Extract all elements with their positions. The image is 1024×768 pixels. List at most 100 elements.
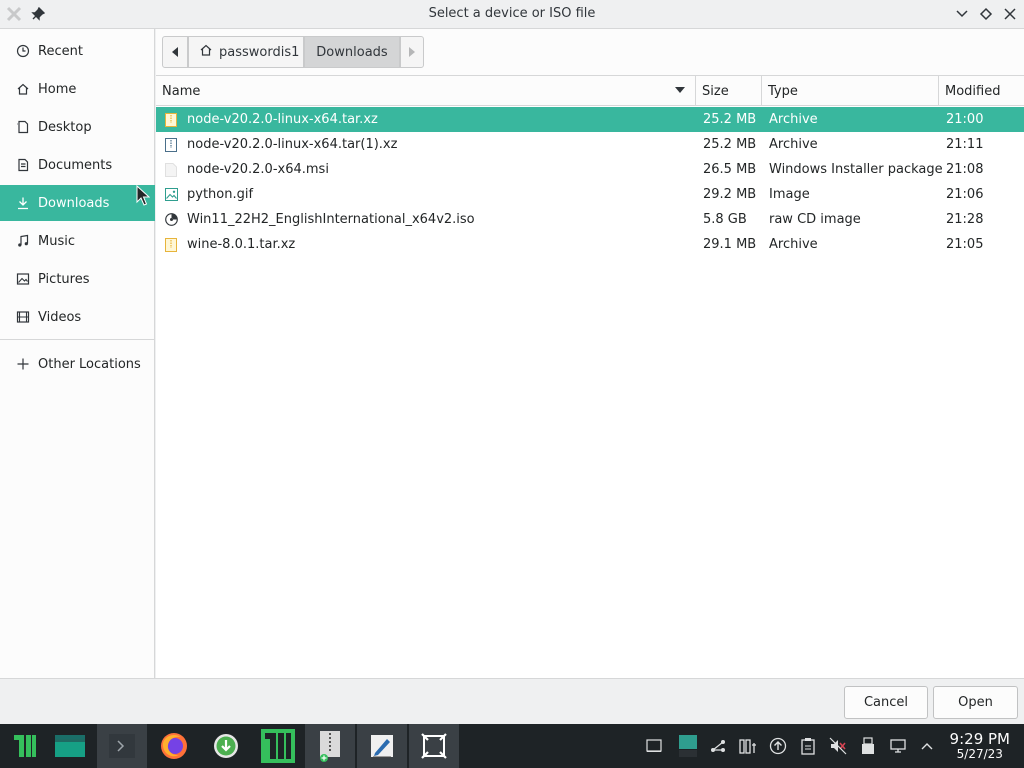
download-icon (15, 195, 31, 211)
file-name: python.gif (187, 187, 254, 202)
close-button[interactable] (1000, 4, 1020, 24)
archive-manager-task[interactable] (305, 724, 355, 768)
cancel-button[interactable]: Cancel (844, 686, 928, 719)
path-back-button[interactable] (162, 36, 188, 68)
file-modified: 21:28 (946, 212, 984, 227)
clock-icon (15, 43, 31, 59)
sidebar-item-downloads[interactable]: Downloads (0, 185, 155, 221)
network-share-icon[interactable] (707, 735, 729, 757)
archive-icon (164, 232, 178, 257)
path-home-label: passwordis1 (219, 44, 300, 60)
file-size: 25.2 MB (703, 137, 757, 152)
file-name: node-v20.2.0-linux-x64.tar(1).xz (187, 137, 398, 152)
workspace-pager-icon[interactable] (677, 735, 699, 757)
terminal-task[interactable] (97, 724, 147, 768)
sidebar-item-label: Recent (38, 43, 83, 59)
sidebar-item-label: Videos (38, 309, 82, 325)
sidebar-item-music[interactable]: Music (0, 223, 155, 259)
app-menu-button[interactable] (0, 724, 50, 768)
file-name: node-v20.2.0-linux-x64.tar.xz (187, 112, 378, 127)
file-row[interactable]: node-v20.2.0-x64.msi 26.5 MB Windows Ins… (156, 157, 1024, 182)
file-modified: 21:11 (946, 137, 984, 152)
file-icon (164, 157, 178, 182)
sidebar-item-label: Music (38, 233, 75, 249)
path-bar: passwordis1 Downloads (156, 29, 1024, 75)
home-icon (15, 81, 31, 97)
text-editor-task[interactable] (357, 724, 407, 768)
file-modified: 21:06 (946, 187, 984, 202)
open-button[interactable]: Open (933, 686, 1018, 719)
file-row[interactable]: node-v20.2.0-linux-x64.tar(1).xz 25.2 MB… (156, 132, 1024, 157)
image-icon (164, 182, 178, 207)
download-manager-task[interactable] (201, 724, 251, 768)
usb-device-icon[interactable] (857, 735, 879, 757)
places-sidebar: Recent Home Desktop Documents Downloads … (0, 29, 155, 678)
path-current-button[interactable]: Downloads (304, 36, 400, 68)
column-name[interactable]: Name (156, 76, 696, 106)
imagewriter-task[interactable] (409, 724, 459, 768)
file-modified: 21:08 (946, 162, 984, 177)
column-size[interactable]: Size (696, 76, 762, 106)
home-icon (199, 43, 213, 61)
printer-manager-icon[interactable] (737, 735, 759, 757)
minimize-button[interactable] (952, 4, 972, 24)
pictures-icon (15, 271, 31, 287)
archive-icon (164, 132, 178, 157)
manjaro-settings-task[interactable] (253, 724, 303, 768)
file-row[interactable]: Win11_22H2_EnglishInternational_x64v2.is… (156, 207, 1024, 232)
clock[interactable]: 9:29 PM 5/27/23 (950, 731, 1010, 761)
volume-muted-icon[interactable] (827, 735, 849, 757)
maximize-button[interactable] (976, 4, 996, 24)
column-type[interactable]: Type (762, 76, 939, 106)
sidebar-item-label: Pictures (38, 271, 90, 287)
file-modified: 21:00 (946, 112, 984, 127)
sidebar-item-other-locations[interactable]: Other Locations (0, 346, 155, 382)
file-type: raw CD image (769, 212, 861, 227)
documents-icon (15, 157, 31, 173)
column-modified[interactable]: Modified (939, 76, 1024, 106)
file-row[interactable]: node-v20.2.0-linux-x64.tar.xz 25.2 MB Ar… (156, 107, 1024, 132)
file-type: Image (769, 187, 810, 202)
file-name: Win11_22H2_EnglishInternational_x64v2.is… (187, 212, 475, 227)
file-type: Archive (769, 137, 818, 152)
path-forward-button[interactable] (400, 36, 424, 68)
show-desktop-icon[interactable] (643, 735, 665, 757)
updates-icon[interactable] (767, 735, 789, 757)
sidebar-item-recent[interactable]: Recent (0, 33, 155, 69)
column-header: Name Size Type Modified (156, 76, 1024, 106)
firefox-task[interactable] (149, 724, 199, 768)
tray-expand-chevron-icon[interactable] (916, 735, 938, 757)
title-bar: Select a device or ISO file (0, 0, 1024, 29)
file-type: Windows Installer package (769, 162, 943, 177)
file-manager-task[interactable] (45, 724, 95, 768)
network-wired-icon[interactable] (887, 735, 909, 757)
sidebar-item-label: Desktop (38, 119, 92, 135)
window-title: Select a device or ISO file (428, 6, 596, 21)
file-row[interactable]: python.gif 29.2 MB Image 21:06 (156, 182, 1024, 207)
sidebar-item-label: Home (38, 81, 77, 97)
file-row[interactable]: wine-8.0.1.tar.xz 29.1 MB Archive 21:05 (156, 232, 1024, 257)
file-size: 29.2 MB (703, 187, 757, 202)
sidebar-item-pictures[interactable]: Pictures (0, 261, 155, 297)
archive-icon (164, 107, 178, 132)
file-modified: 21:05 (946, 237, 984, 252)
videos-icon (15, 309, 31, 325)
sidebar-item-label: Downloads (38, 195, 110, 211)
file-size: 29.1 MB (703, 237, 757, 252)
sidebar-divider (0, 339, 155, 340)
mouse-cursor (136, 184, 151, 211)
sort-descending-icon (675, 87, 685, 93)
clock-date: 5/27/23 (956, 747, 1003, 761)
path-home-button[interactable]: passwordis1 (188, 36, 304, 68)
sidebar-item-label: Documents (38, 157, 113, 173)
sidebar-item-home[interactable]: Home (0, 71, 155, 107)
sidebar-item-desktop[interactable]: Desktop (0, 109, 155, 145)
sidebar-item-documents[interactable]: Documents (0, 147, 155, 183)
desktop-icon (15, 119, 31, 135)
taskbar: 9:29 PM 5/27/23 (0, 724, 1024, 768)
clipboard-icon[interactable] (797, 735, 819, 757)
disc-icon (164, 207, 178, 232)
clock-time: 9:29 PM (949, 730, 1010, 748)
file-size: 26.5 MB (703, 162, 757, 177)
sidebar-item-videos[interactable]: Videos (0, 299, 155, 335)
